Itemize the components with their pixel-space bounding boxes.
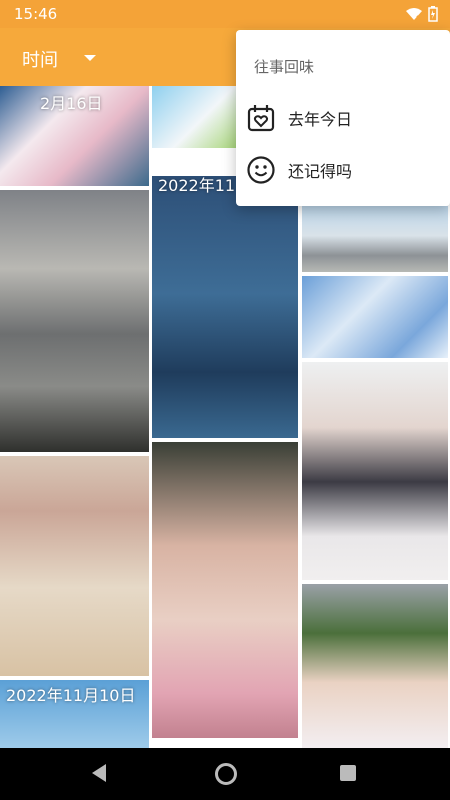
status-time: 15:46 bbox=[14, 5, 58, 23]
photo-tile[interactable] bbox=[0, 456, 149, 676]
home-icon[interactable] bbox=[215, 763, 237, 785]
status-bar: 15:46 bbox=[0, 0, 450, 28]
photo-tile[interactable] bbox=[302, 584, 448, 748]
photo-tile[interactable]: 2022年11 bbox=[152, 176, 298, 438]
photo-tile[interactable] bbox=[152, 442, 298, 738]
photo-tile[interactable] bbox=[0, 190, 149, 452]
photo-tile[interactable] bbox=[302, 362, 448, 580]
system-nav-bar bbox=[0, 748, 450, 800]
back-icon[interactable] bbox=[92, 764, 106, 782]
time-filter-title[interactable]: 时间 bbox=[22, 46, 58, 72]
menu-item-last-year-today[interactable]: 去年今日 bbox=[236, 94, 450, 142]
reminisce-menu: 往事回味 去年今日 还记得吗 bbox=[236, 30, 450, 206]
photo-tile[interactable] bbox=[302, 206, 448, 272]
photo-tile[interactable] bbox=[302, 276, 448, 358]
status-icons bbox=[406, 6, 438, 22]
calendar-heart-icon bbox=[247, 105, 275, 132]
tile-date: 2月16日 bbox=[40, 94, 103, 113]
chevron-down-icon[interactable] bbox=[84, 55, 96, 61]
photo-tile[interactable]: 2022年11月10日 bbox=[0, 680, 149, 748]
menu-header: 往事回味 bbox=[254, 58, 315, 76]
menu-item-label: 去年今日 bbox=[288, 110, 353, 129]
smile-icon bbox=[247, 156, 275, 184]
photo-tile[interactable]: 2月16日 bbox=[0, 86, 149, 186]
battery-charging-icon bbox=[428, 6, 438, 22]
tile-date: 2022年11月10日 bbox=[6, 686, 136, 705]
menu-item-remember[interactable]: 还记得吗 bbox=[236, 146, 450, 194]
tile-date: 2022年11 bbox=[158, 176, 236, 195]
recent-apps-icon[interactable] bbox=[340, 765, 356, 781]
wifi-off-icon bbox=[406, 8, 422, 21]
menu-item-label: 还记得吗 bbox=[288, 162, 353, 181]
